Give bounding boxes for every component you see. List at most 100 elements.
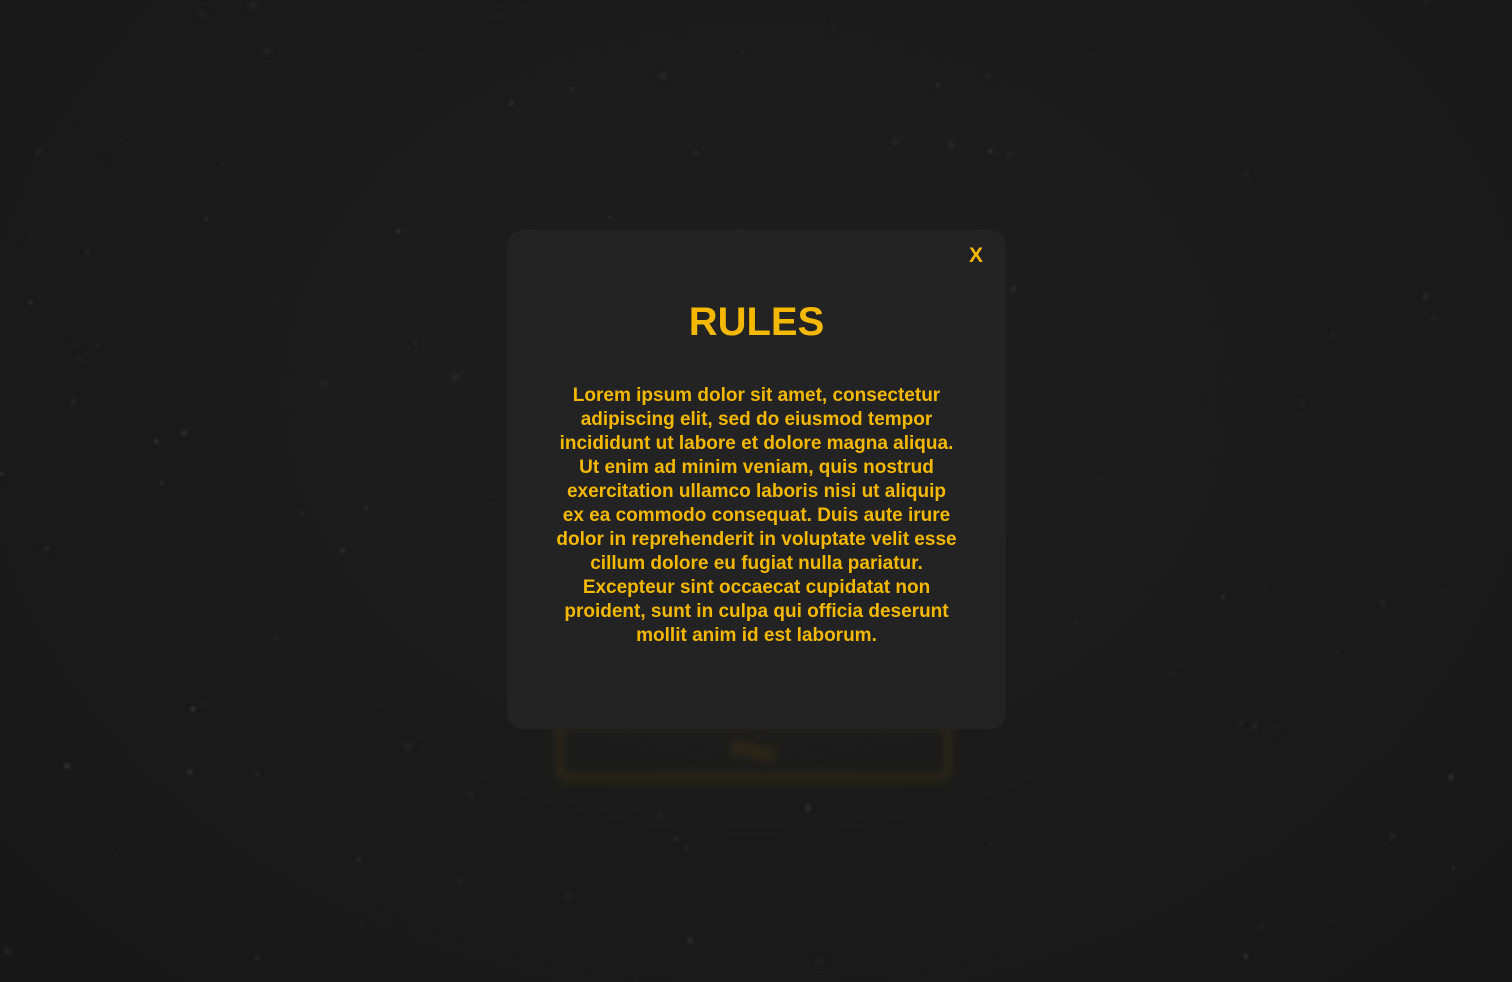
background-speck xyxy=(364,506,368,510)
background-speck xyxy=(360,920,363,923)
background-speck xyxy=(1252,724,1257,729)
background-speck xyxy=(1272,728,1276,732)
background-speck xyxy=(929,96,931,98)
background-speck xyxy=(694,151,698,155)
background-speck xyxy=(607,216,610,219)
background-speck xyxy=(77,357,81,361)
background-speck xyxy=(566,894,571,899)
background-speck xyxy=(831,23,834,26)
background-speck xyxy=(1432,315,1436,319)
background-speck xyxy=(357,857,361,861)
background-speck xyxy=(340,548,345,553)
background-speck xyxy=(1332,334,1335,337)
modal-title: RULES xyxy=(688,300,825,344)
background-speck xyxy=(986,74,990,78)
background-speck xyxy=(495,26,497,28)
background-speck xyxy=(105,156,107,158)
background-speck xyxy=(1424,1,1427,4)
background-speck xyxy=(115,854,117,856)
background-speck xyxy=(1087,310,1089,312)
background-speck xyxy=(322,381,327,386)
background-speck xyxy=(658,813,662,817)
background-speck xyxy=(1301,401,1304,404)
background-speck xyxy=(201,702,205,706)
background-speck xyxy=(76,341,79,344)
background-speck xyxy=(988,149,993,154)
background-speck xyxy=(255,956,259,960)
background-speck xyxy=(948,142,954,148)
background-speck xyxy=(253,36,255,38)
background-speck xyxy=(187,769,193,775)
background-speck xyxy=(160,481,164,485)
background-speck xyxy=(250,2,256,8)
background-speck xyxy=(85,249,89,253)
background-speck xyxy=(757,735,761,739)
background-speck xyxy=(468,792,472,796)
background-speck xyxy=(936,83,940,87)
background-speck xyxy=(1221,595,1225,599)
background-speck xyxy=(509,101,514,106)
background-speck xyxy=(44,546,49,551)
background-speck xyxy=(1243,954,1248,959)
background-speck xyxy=(1390,834,1395,839)
background-speck xyxy=(255,772,259,776)
background-speck xyxy=(741,50,744,53)
background-speck xyxy=(792,914,794,916)
background-play-button: Play xyxy=(558,722,950,780)
background-speck xyxy=(300,511,303,514)
background-speck xyxy=(1170,672,1173,675)
background-speck xyxy=(1098,477,1101,480)
background-speck xyxy=(1245,173,1248,176)
background-speck xyxy=(893,139,898,144)
background-speck xyxy=(264,48,270,54)
background-speck xyxy=(1448,774,1454,780)
background-speck xyxy=(1056,14,1058,16)
background-speck xyxy=(64,763,70,769)
background-speck xyxy=(1452,866,1455,869)
background-speck xyxy=(1380,600,1385,605)
background-speck xyxy=(222,162,225,165)
background-speck xyxy=(400,927,402,929)
background-speck xyxy=(190,706,196,712)
background-speck xyxy=(204,217,208,221)
background-speck xyxy=(414,342,417,345)
background-speck xyxy=(154,439,159,444)
background-speck xyxy=(1439,499,1441,501)
background-speck xyxy=(491,495,493,497)
background-speck xyxy=(1423,294,1429,300)
background-speck xyxy=(570,87,574,91)
background-speck xyxy=(990,843,993,846)
background-speck xyxy=(169,318,171,320)
background-speck xyxy=(275,637,278,640)
background-speck xyxy=(181,430,187,436)
background-speck xyxy=(660,73,666,79)
background-speck xyxy=(1442,590,1445,593)
background-speck xyxy=(414,567,416,569)
rules-modal: X RULES Lorem ipsum dolor sit amet, cons… xyxy=(507,230,1006,729)
background-speck xyxy=(200,12,205,17)
background-speck xyxy=(1203,399,1205,401)
background-speck xyxy=(36,149,41,154)
background-speck xyxy=(380,459,382,461)
close-button[interactable]: X xyxy=(964,244,988,268)
background-speck xyxy=(1330,919,1333,922)
background-speck xyxy=(1336,651,1339,654)
background-speck xyxy=(674,837,678,841)
background-speck xyxy=(1075,620,1078,623)
background-speck xyxy=(1341,551,1343,553)
background-speck xyxy=(458,880,462,884)
background-speck xyxy=(452,374,458,380)
background-speck xyxy=(1239,720,1243,724)
background-speck xyxy=(684,846,688,850)
background-speck xyxy=(405,743,411,749)
background-speck xyxy=(0,472,4,476)
background-speck xyxy=(279,294,281,296)
background-speck xyxy=(28,300,33,305)
background-speck xyxy=(441,968,443,970)
background-speck xyxy=(817,960,822,965)
background-speck xyxy=(1185,132,1187,134)
background-speck xyxy=(396,229,401,234)
background-speck xyxy=(20,237,22,239)
background-speck xyxy=(71,399,76,404)
rules-text: Lorem ipsum dolor sit amet, consectetur … xyxy=(556,385,957,646)
